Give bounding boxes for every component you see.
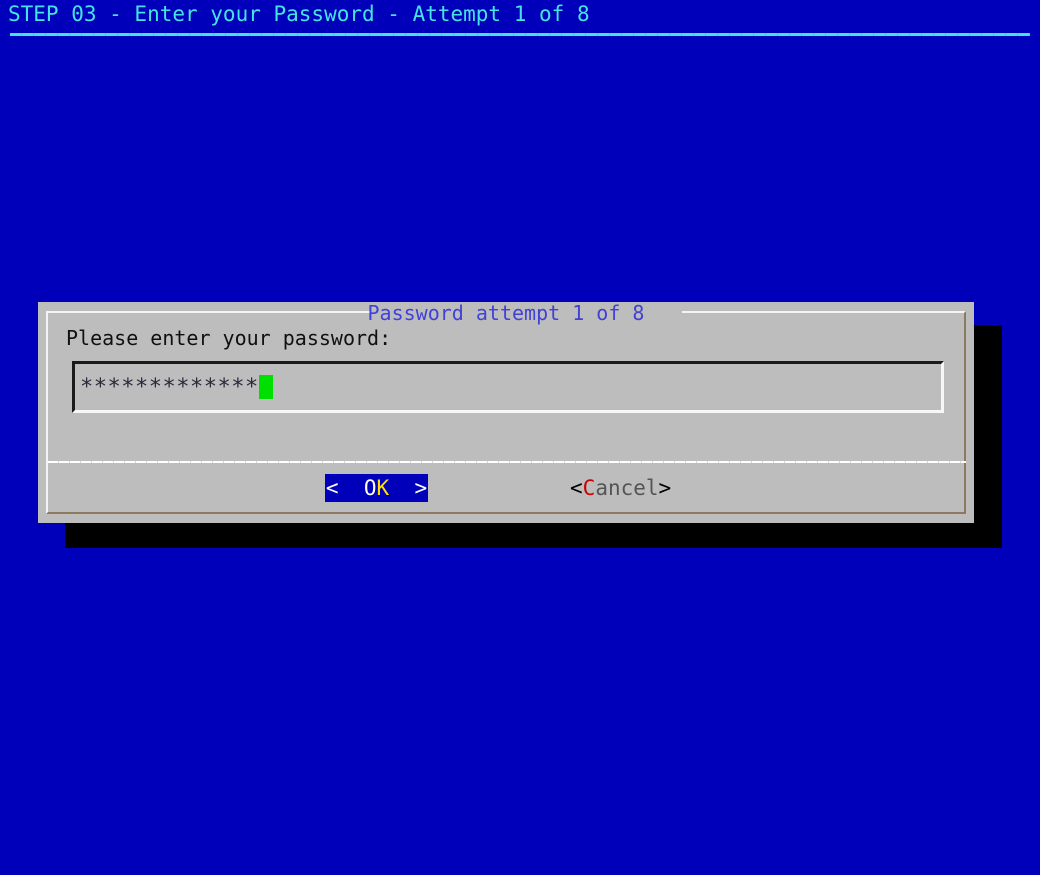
text-cursor — [259, 375, 273, 399]
ok-button-spacer-right — [389, 476, 414, 500]
password-input[interactable]: ************** — [72, 361, 944, 413]
cancel-button-close-bracket: > — [658, 476, 672, 500]
step-title-text: STEP 03 - Enter your Password - Attempt … — [8, 2, 590, 26]
cancel-button-open-bracket: < — [570, 476, 583, 500]
ok-button-open-bracket: < — [325, 476, 339, 500]
password-masked-value: ************** — [80, 375, 273, 400]
button-row-separator — [48, 461, 966, 463]
ok-button-spacer-left — [339, 476, 364, 500]
ok-button-label-rest: K — [376, 476, 390, 500]
cancel-button-hotkey: C — [582, 476, 596, 500]
cancel-button-label-rest: ancel — [595, 476, 659, 500]
password-prompt-label: Please enter your password: — [66, 326, 392, 350]
step-header-divider — [10, 33, 1030, 36]
ok-button-close-bracket: > — [414, 476, 428, 500]
ok-button-hotkey: O — [363, 476, 377, 500]
dialog-title-text: Password attempt 1 of 8 — [367, 301, 645, 325]
step-header: STEP 03 - Enter your Password - Attempt … — [0, 0, 1040, 44]
ok-button[interactable]: < OK > — [325, 474, 428, 502]
cancel-button[interactable]: <Cancel> — [570, 474, 671, 502]
